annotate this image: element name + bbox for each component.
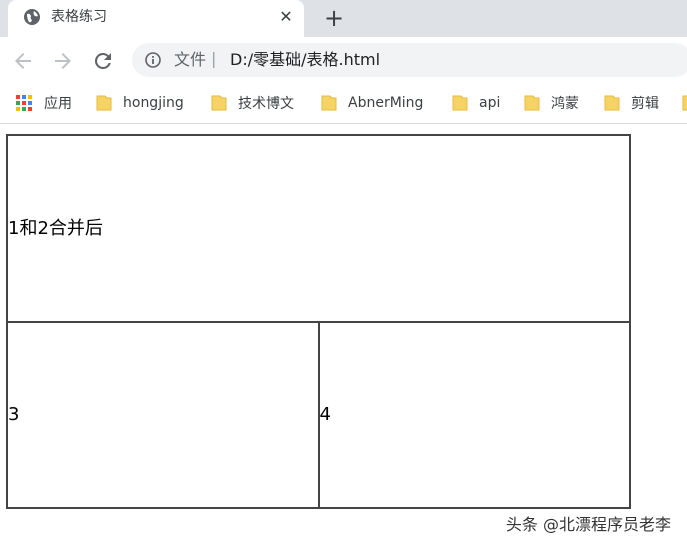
folder-icon [452,95,468,111]
globe-icon [24,9,40,25]
bookmark-apps[interactable]: 应用 [15,91,72,115]
folder-icon [96,95,112,111]
folder-icon [682,95,687,111]
bookmark-folder-api[interactable]: api [452,91,500,115]
back-arrow-icon[interactable] [11,49,35,73]
table-row: 1和2合并后 [6,134,631,323]
folder-icon [604,95,620,111]
file-scheme-label: 文件 [174,50,207,69]
bookmark-label: AbnerMing [348,95,424,111]
bookmarks-bar: 应用 hongjing 技术博文 AbnerMing api 鸿蒙 剪辑 [0,85,687,124]
bookmark-label: 鸿蒙 [551,96,579,112]
table-cell-4: 4 [317,321,631,509]
tab-strip: 表格练习 ✕ + [0,0,687,37]
browser-window: 表格练习 ✕ + 文件 | D:/零基础/表格.html 应用 hongjing… [0,0,687,547]
reload-icon[interactable] [91,49,115,73]
url-separator: | [211,49,217,68]
plus-icon[interactable]: + [320,4,348,32]
table-cell-3: 3 [6,321,320,509]
close-icon[interactable]: ✕ [276,7,296,27]
forward-arrow-icon[interactable] [51,49,75,73]
bookmark-label: 剪辑 [631,96,659,112]
watermark: 头条 @北漂程序员老李 [505,515,671,534]
bookmark-folder-hongjing[interactable]: hongjing [96,91,184,115]
tab-title: 表格练习 [51,9,107,25]
folder-icon [211,95,227,111]
bookmark-label: api [479,95,501,111]
bookmark-folder-abnerming[interactable]: AbnerMing [321,91,423,115]
bookmark-label: 应用 [44,96,72,112]
bookmark-label: 技术博文 [238,96,294,112]
bookmark-folder-tech-posts[interactable]: 技术博文 [211,91,294,115]
bookmark-folder-editing[interactable]: 剪辑 [604,91,659,115]
table-row: 3 4 [6,321,631,509]
bookmark-folder-harmony[interactable]: 鸿蒙 [524,91,579,115]
active-tab[interactable]: 表格练习 ✕ [8,0,304,37]
url-text[interactable]: D:/零基础/表格.html [230,50,380,70]
page-content: 1和2合并后 3 4 头条 @北漂程序员老李 [0,124,687,547]
apps-grid-icon [16,95,32,111]
bookmark-folder-overflow[interactable] [682,91,687,115]
info-icon[interactable] [144,51,162,69]
folder-icon [524,95,540,111]
merged-cell-table: 1和2合并后 3 4 [6,134,631,509]
bookmark-label: hongjing [123,95,184,111]
address-bar[interactable]: 文件 | D:/零基础/表格.html [132,43,687,77]
folder-icon [321,95,337,111]
table-cell-merged: 1和2合并后 [6,134,631,323]
toolbar: 文件 | D:/零基础/表格.html [0,37,687,85]
